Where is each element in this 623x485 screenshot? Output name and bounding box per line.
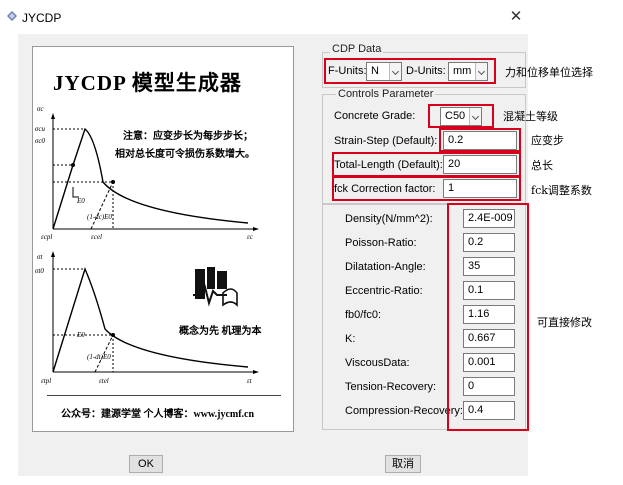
- plot2-eps-t: εt: [247, 377, 253, 385]
- params-highlight: [447, 203, 529, 431]
- plot1-eps-c: εc: [247, 233, 254, 241]
- grade-annotation: 混凝土等级: [503, 110, 558, 123]
- strain-step-label: Strain-Step (Default):: [334, 135, 438, 147]
- total-annotation: 总长: [531, 159, 553, 172]
- illustration-slogan: 概念为先 机理为本: [179, 326, 262, 337]
- plot2-damage-modulus: (1-dt)E0: [87, 353, 111, 361]
- plot2-e0: E0: [76, 331, 85, 339]
- plot1-damage-modulus: (1-dc)E0: [87, 213, 112, 221]
- param-label: Density(N/mm^2):: [345, 213, 433, 225]
- plot1-eps-pl: εcpl: [41, 233, 52, 241]
- ok-button[interactable]: OK: [129, 455, 163, 473]
- plot2-sigma-t: σt: [37, 253, 43, 261]
- close-icon[interactable]: ✕: [508, 9, 524, 26]
- plot1-sigma-c0: σc0: [35, 137, 46, 145]
- units-annotation: 力和位移单位选择: [505, 66, 593, 79]
- total-length-highlight: [332, 152, 521, 177]
- param-label: Compression-Recovery:: [345, 405, 463, 417]
- editable-annotation: 可直接修改: [537, 316, 592, 329]
- param-label: K:: [345, 333, 356, 345]
- strain-annotation: 应变步: [531, 134, 564, 147]
- model-illustration: JYCDP 模型生成器 σc σcu σc0 E0 (1-dc)E0 εcpl …: [32, 46, 294, 432]
- damage-curves-diagram: σc σcu σc0 E0 (1-dc)E0 εcpl εcel εc σt σ…: [35, 105, 259, 385]
- param-label: Eccentric-Ratio:: [345, 285, 423, 297]
- cancel-button[interactable]: 取消: [385, 455, 421, 473]
- strain-highlight: [439, 128, 521, 152]
- title-bar: JYCDP ✕: [0, 0, 623, 32]
- cdp-data-group-title: CDP Data: [330, 43, 384, 55]
- jycdp-logo: [193, 267, 238, 307]
- param-label: fb0/fc0:: [345, 309, 382, 321]
- units-highlight: [324, 58, 496, 84]
- param-label: Poisson-Ratio:: [345, 237, 417, 249]
- illustration-note-1: 注意：应变步长为每步步长；: [123, 131, 253, 142]
- plot2-eps-el: εtel: [99, 377, 109, 385]
- plot1-e0: E0: [76, 197, 85, 205]
- param-label: ViscousData:: [345, 357, 410, 369]
- fck-highlight: [332, 176, 521, 201]
- grade-highlight: [428, 104, 494, 128]
- concrete-grade-label: Concrete Grade:: [334, 110, 416, 122]
- controls-group-title: Controls Parameter: [336, 88, 436, 100]
- plot1-sigma-cu: σcu: [35, 125, 46, 133]
- illustration-note-2: 相对总长度可令损伤系数增大。: [115, 149, 255, 160]
- illustration-footer: 公众号：建源学堂 个人博客：www.jycmf.cn: [61, 409, 255, 420]
- plot1-sigma-c: σc: [37, 105, 44, 113]
- plot2-eps-pl: εtpl: [41, 377, 51, 385]
- jycdp-app-icon: [7, 11, 17, 21]
- param-label: Tension-Recovery:: [345, 381, 437, 393]
- plot1-eps-el: εcel: [91, 233, 102, 241]
- window-title: JYCDP: [22, 11, 62, 25]
- fck-annotation: fck调整系数: [531, 184, 592, 197]
- illustration-divider: [47, 395, 281, 396]
- plot2-sigma-t0: σt0: [35, 267, 44, 275]
- param-label: Dilatation-Angle:: [345, 261, 426, 273]
